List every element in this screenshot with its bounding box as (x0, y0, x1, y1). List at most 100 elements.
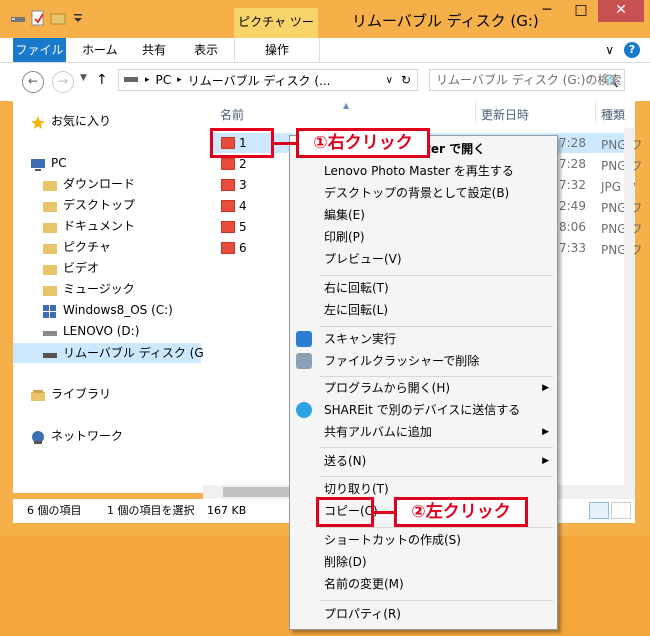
recent-locations-icon[interactable]: ▼ (80, 73, 87, 83)
maximize-button[interactable]: □ (564, 0, 598, 22)
menu-item-preview[interactable]: プレビュー(V) (290, 248, 557, 270)
large-icons-view-icon[interactable] (611, 502, 631, 519)
menu-item-rename[interactable]: 名前の変更(M) (290, 573, 557, 595)
usb-drive-icon (43, 347, 57, 360)
qat-dropdown-icon[interactable] (70, 10, 86, 26)
menu-item-delete[interactable]: 削除(D) (290, 551, 557, 573)
menu-item-rotate-right[interactable]: 右に回転(T) (290, 277, 557, 299)
address-dropdown-icon[interactable]: ∨ (386, 75, 393, 86)
folder-icon (43, 262, 57, 275)
back-button[interactable]: ← (22, 71, 44, 93)
new-folder-icon[interactable] (50, 10, 66, 26)
menu-item-play-lenovo-photo-master[interactable]: Lenovo Photo Master を再生する (290, 160, 557, 182)
column-divider[interactable] (595, 101, 596, 123)
refresh-icon[interactable]: ↻ (401, 73, 411, 87)
tab-home[interactable]: ホーム (82, 41, 118, 58)
folder-icon (43, 283, 57, 296)
right-click-callout: ①右クリック (296, 128, 430, 158)
breadcrumb-removable-disk[interactable]: リムーバブル ディスク (... (188, 72, 331, 89)
menu-item-edit[interactable]: 編集(E) (290, 204, 557, 226)
forward-button[interactable]: → (52, 71, 74, 93)
sidebar-item-documents[interactable]: ドキュメント (43, 216, 135, 236)
sidebar-item-favorites[interactable]: お気に入り (31, 111, 111, 131)
library-icon (31, 388, 45, 401)
drive-icon (43, 325, 57, 338)
tab-view[interactable]: 表示 (194, 41, 218, 58)
callout-connector (274, 142, 296, 145)
file-type: PNG フ (601, 222, 643, 236)
image-file-icon (221, 158, 235, 170)
tab-manage[interactable]: 操作 (234, 38, 320, 62)
menu-item-send-to[interactable]: 送る(N) ▶ (290, 450, 557, 472)
search-placeholder: リムーバブル ディスク (G:)の検索 (436, 73, 622, 87)
menu-item-set-as-desktop-background[interactable]: デスクトップの背景として設定(B) (290, 182, 557, 204)
sidebar-item-pictures[interactable]: ピクチャ (43, 237, 111, 257)
menu-item-file-shredder[interactable]: ファイルクラッシャーで削除 (290, 350, 557, 372)
file-date: 8:06 (559, 220, 586, 234)
menu-item-print[interactable]: 印刷(P) (290, 226, 557, 248)
vertical-scrollbar[interactable] (624, 128, 634, 488)
right-click-highlight (210, 128, 274, 158)
callout-connector (374, 511, 394, 514)
submenu-arrow-icon: ▶ (542, 427, 549, 437)
sidebar-item-downloads[interactable]: ダウンロード (43, 174, 135, 194)
file-date: 7:28 (559, 136, 586, 150)
search-box[interactable]: リムーバブル ディスク (G:)の検索 🔍 (429, 69, 625, 91)
menu-item-scan[interactable]: スキャン実行 (290, 328, 557, 350)
windows-drive-icon (43, 304, 57, 318)
folder-icon (43, 241, 57, 254)
menu-item-properties[interactable]: プロパティ(R) (290, 603, 557, 625)
sidebar-item-music[interactable]: ミュージック (43, 279, 135, 299)
file-name: 6 (239, 241, 247, 255)
menu-separator (320, 600, 553, 601)
menu-item-create-shortcut[interactable]: ショートカットの作成(S) (290, 529, 557, 551)
network-icon (31, 430, 45, 444)
tab-file[interactable]: ファイル (13, 38, 66, 62)
drive-icon[interactable] (10, 10, 26, 26)
sort-indicator-icon: ▲ (343, 101, 350, 110)
title-bar: ピクチャ ツール リムーバブル ディスク (G:) ─ □ ✕ (0, 0, 650, 57)
column-header-date[interactable]: 更新日時 (481, 106, 529, 123)
expand-ribbon-icon[interactable]: ∨ (605, 43, 614, 57)
menu-item-add-to-shared-album[interactable]: 共有アルバムに追加 ▶ (290, 421, 557, 443)
minimize-button[interactable]: ─ (530, 0, 564, 22)
folder-icon (43, 178, 57, 191)
sidebar-item-removable-disk[interactable]: リムーバブル ディスク (G:) (13, 343, 212, 363)
close-button[interactable]: ✕ (598, 0, 644, 22)
file-date: 2:49 (559, 199, 586, 213)
menu-item-open-with[interactable]: プログラムから開く(H) ▶ (290, 377, 557, 399)
sidebar-item-videos[interactable]: ビデオ (43, 258, 99, 278)
scan-icon (296, 331, 312, 347)
file-type: PNG フ (601, 159, 643, 173)
view-buttons (589, 502, 631, 519)
column-divider[interactable] (475, 101, 476, 123)
sidebar-item-desktop[interactable]: デスクトップ (43, 195, 135, 215)
file-name: 5 (239, 220, 247, 234)
submenu-arrow-icon: ▶ (542, 456, 549, 466)
address-bar[interactable]: ▸ PC ▸ リムーバブル ディスク (... ∨ ↻ (118, 69, 418, 91)
search-icon[interactable]: 🔍 (604, 71, 619, 91)
sidebar-item-windows8-os[interactable]: Windows8_OS (C:) (43, 300, 173, 320)
menu-item-shareit[interactable]: SHAREit で別のデバイスに送信する (290, 399, 557, 421)
sidebar-item-lenovo[interactable]: LENOVO (D:) (43, 321, 139, 341)
context-menu: ster で開く Lenovo Photo Master を再生する デスクトッ… (289, 135, 558, 630)
file-type: PNG フ (601, 201, 643, 215)
sidebar-item-libraries[interactable]: ライブラリ (31, 384, 111, 404)
details-view-icon[interactable] (589, 502, 609, 519)
sidebar-item-pc[interactable]: PC (31, 153, 67, 173)
up-button[interactable]: ↑ (96, 72, 108, 88)
tab-share[interactable]: 共有 (142, 41, 166, 58)
breadcrumb-pc[interactable]: PC (156, 73, 172, 87)
column-header-type[interactable]: 種類 (601, 106, 625, 123)
menu-item-rotate-left[interactable]: 左に回転(L) (290, 299, 557, 321)
address-row: ← → ▼ ↑ ▸ PC ▸ リムーバブル ディスク (... ∨ ↻ リムーバ… (0, 63, 650, 101)
ribbon-right-controls: ∨ ? (605, 42, 640, 58)
column-header-name[interactable]: 名前 (220, 106, 244, 123)
menu-separator (320, 275, 553, 276)
sidebar-item-network[interactable]: ネットワーク (31, 426, 123, 446)
file-name: 3 (239, 178, 247, 192)
navigation-pane: お気に入り PC ダウンロード デスクトップ ドキュメント ピクチャ ビデオ ミ… (13, 101, 212, 493)
image-file-icon (221, 179, 235, 191)
help-icon[interactable]: ? (624, 42, 640, 58)
properties-icon[interactable] (30, 10, 46, 26)
